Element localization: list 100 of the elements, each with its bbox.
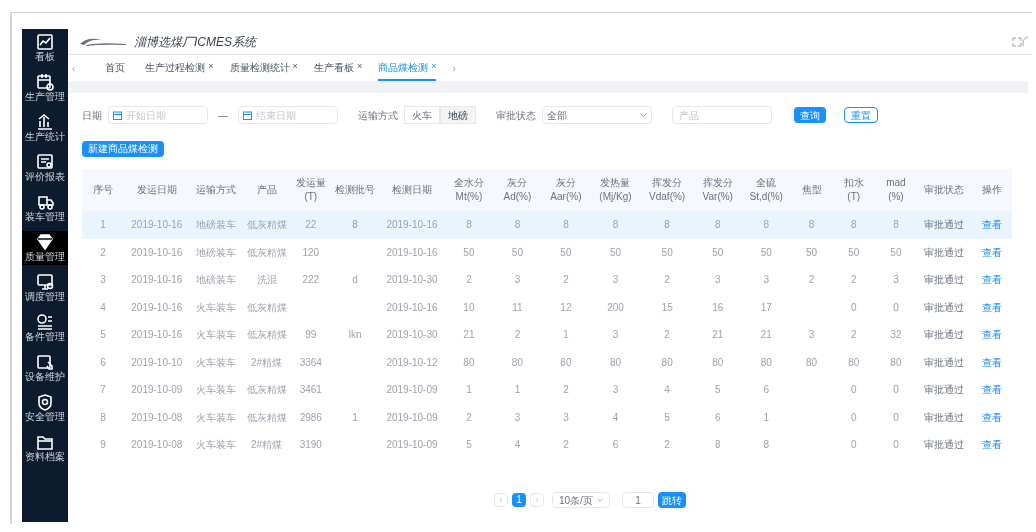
table-cell: 2986: [299, 411, 322, 423]
table-cell: 5: [664, 411, 670, 423]
column-header: 操作: [971, 169, 1012, 211]
table-cell: 80: [609, 356, 622, 368]
table-cell: 低灰精煤: [246, 246, 287, 258]
tab[interactable]: 质量检测统计 ×: [229, 55, 298, 81]
table-cell: 32: [890, 329, 902, 341]
table-cell: 222: [302, 274, 320, 286]
table-cell: 11: [512, 301, 523, 313]
page-jump-field[interactable]: 1: [622, 492, 654, 508]
calendar-icon: [113, 111, 122, 120]
table-cell: 2019-10-16: [131, 274, 183, 286]
view-link[interactable]: 查看: [981, 356, 1002, 368]
sidebar-item[interactable]: 生产统计: [22, 111, 68, 145]
table-cell: 2: [808, 274, 815, 286]
range-dash: —: [218, 108, 228, 123]
view-link[interactable]: 查看: [981, 246, 1002, 258]
table-cell: 2019-10-16: [131, 219, 183, 231]
table-cell: 2#精煤: [250, 356, 283, 368]
tabs-prev-arrow[interactable]: ‹: [68, 60, 80, 76]
table-cell: 2: [563, 439, 569, 451]
table-cell: 2: [664, 329, 670, 341]
sidebar-item[interactable]: 调度管理: [22, 271, 68, 305]
table-cell: 2019-10-09: [386, 384, 438, 396]
sidebar-item[interactable]: 质量管理: [22, 231, 68, 265]
table-cell: 3: [100, 274, 106, 286]
table-cell: 审批通过: [924, 384, 965, 396]
table-cell: 低灰精煤: [246, 219, 287, 231]
table-cell: 7: [100, 384, 106, 396]
table-cell: 2019-10-30: [386, 329, 438, 341]
table-cell: 3: [514, 411, 521, 423]
sidebar-item[interactable]: 看板: [22, 31, 68, 65]
close-icon[interactable]: ×: [356, 60, 363, 74]
page-size-select[interactable]: 10条/页: [552, 492, 610, 508]
table-cell: 2: [850, 329, 857, 341]
sidebar-item[interactable]: 备件管理: [22, 311, 68, 345]
table-cell: 8: [563, 219, 569, 231]
close-icon[interactable]: ×: [208, 60, 214, 74]
page-button[interactable]: 1: [512, 493, 526, 507]
table-cell: 50: [511, 246, 523, 258]
table-cell: 80: [511, 356, 523, 368]
table-cell: 21: [760, 329, 772, 341]
jump-button[interactable]: 跳转: [658, 492, 686, 508]
table-cell: 80: [463, 356, 475, 368]
table-cell: 22: [305, 219, 317, 231]
table-cell: 6: [714, 411, 721, 423]
tab[interactable]: 生产看板 ×: [313, 55, 363, 81]
table-cell: 3: [612, 384, 619, 396]
sidebar-item[interactable]: 安全管理: [22, 391, 68, 425]
table-cell: 4: [100, 301, 106, 313]
view-link[interactable]: 查看: [981, 411, 1002, 423]
table-cell: 3: [612, 274, 619, 286]
search-button[interactable]: 查询: [794, 107, 826, 123]
view-link[interactable]: 查看: [981, 219, 1002, 231]
table-cell: 火车装车: [195, 301, 236, 313]
tab[interactable]: 生产过程检测 ×: [145, 55, 214, 81]
close-icon[interactable]: ×: [431, 60, 437, 74]
table-cell: 3: [514, 274, 521, 286]
new-record-button[interactable]: 新建商品煤检测: [82, 141, 164, 157]
status-select[interactable]: 全部: [542, 106, 652, 124]
tab[interactable]: 首页: [105, 55, 126, 81]
date-label: 日期: [82, 108, 102, 123]
view-link[interactable]: 查看: [981, 301, 1002, 313]
sidebar-item[interactable]: 生产管理: [22, 71, 68, 105]
table-cell: 3: [714, 274, 721, 286]
sidebar-item[interactable]: 装车管理: [22, 191, 68, 225]
view-link[interactable]: 查看: [981, 439, 1002, 451]
table-cell: 21: [712, 329, 724, 341]
table-cell: 4: [514, 439, 521, 451]
sidebar-item[interactable]: 资料档案: [22, 431, 68, 465]
sidebar-item[interactable]: 评价报表: [22, 151, 68, 185]
transport-option[interactable]: 地磅: [440, 106, 476, 124]
table-cell: 8: [100, 411, 106, 423]
table-cell: 2019-10-10: [131, 356, 183, 368]
table-cell: 5: [714, 384, 721, 396]
column-header: 焦型: [790, 169, 833, 211]
app-title: 淄博选煤厂ICMES系统: [134, 33, 256, 51]
table-cell: 1: [763, 411, 770, 423]
reset-button[interactable]: 重置: [844, 107, 878, 123]
report-icon: [36, 153, 54, 171]
chevron-down-icon: [597, 498, 603, 502]
table-cell: 6: [612, 439, 619, 451]
table-cell: 80: [848, 356, 860, 368]
sidebar-item[interactable]: 设备维护: [22, 351, 68, 385]
table-cell: 审批通过: [924, 439, 965, 451]
table-cell: 0: [850, 411, 857, 423]
table-cell: 8: [714, 439, 721, 451]
close-icon[interactable]: ×: [292, 60, 298, 74]
column-header: 挥发分 Var(%): [693, 169, 742, 211]
table-cell: 火车装车: [195, 384, 236, 396]
table-cell: 6: [100, 356, 106, 368]
fullscreen-icon[interactable]: [1012, 36, 1022, 47]
view-link[interactable]: 查看: [981, 274, 1002, 286]
column-header: 产品: [242, 169, 291, 211]
table-cell: 8: [714, 219, 721, 231]
view-link[interactable]: 查看: [981, 384, 1002, 396]
table-cell: 15: [661, 301, 673, 313]
column-header: 灰分 Ad(%): [493, 169, 542, 211]
view-link[interactable]: 查看: [981, 329, 1002, 341]
transport-option[interactable]: 火车: [404, 106, 440, 124]
